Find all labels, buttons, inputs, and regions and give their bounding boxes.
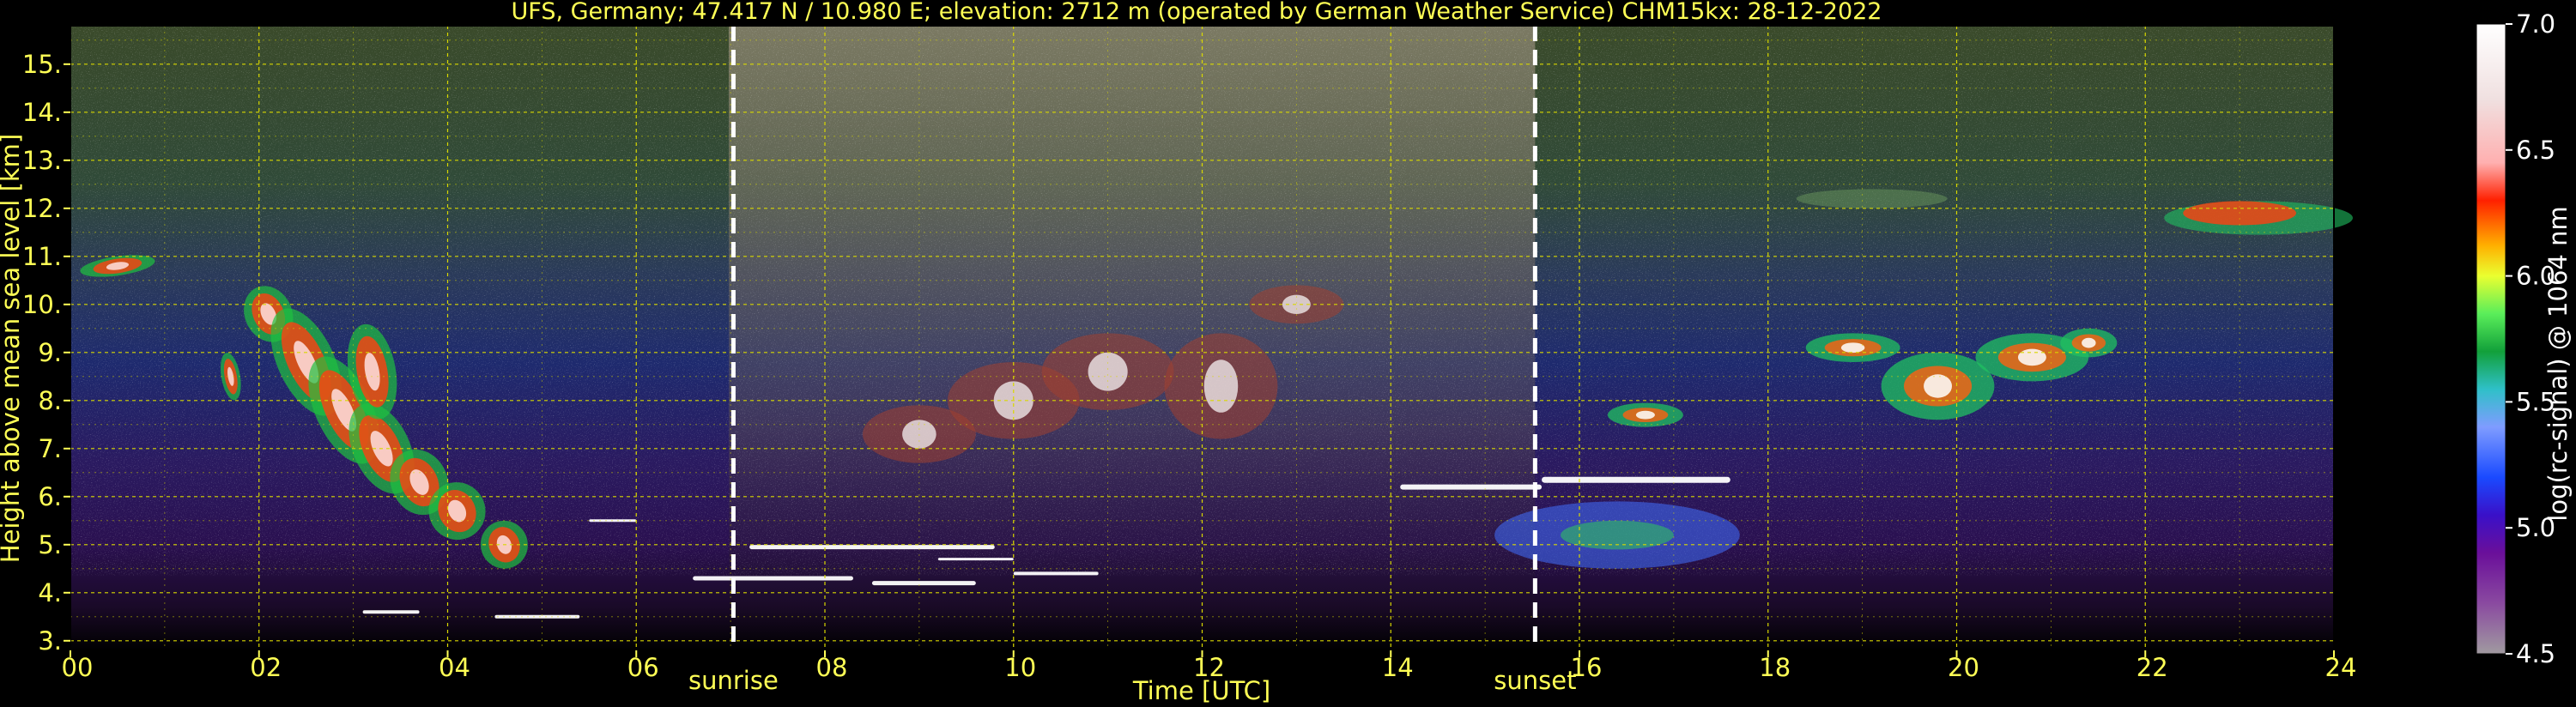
daytime-cloud-peak — [1088, 352, 1128, 391]
y-tick-label: 7. — [38, 434, 62, 463]
x-tick-label: 00 — [62, 653, 94, 682]
colorbar-tick-label: 7.0 — [2516, 9, 2555, 39]
x-tick-label: 06 — [627, 653, 659, 682]
boundary-layer-cloud — [494, 614, 580, 619]
daytime-cloud-peak — [1203, 360, 1239, 413]
y-axis: 3. 4. 5. 6. 7. 8. 9. 10. 11. 12. 13. 14. 15. — [22, 50, 70, 656]
y-tick-label: 15. — [22, 50, 62, 79]
x-tick-label: 10 — [1004, 653, 1036, 682]
y-tick-label: 8. — [38, 386, 62, 415]
y-tick-label: 12. — [22, 194, 62, 223]
evening-cloud-peak — [2082, 337, 2096, 348]
x-tick-label: 20 — [1948, 653, 1979, 682]
sunrise-label: sunrise — [688, 666, 779, 695]
chart-title: UFS, Germany; 47.417 N / 10.980 E; eleva… — [512, 0, 1882, 25]
evening-cloud-peak — [1840, 342, 1865, 354]
boundary-layer-cloud — [871, 581, 976, 586]
boundary-layer-cloud — [1400, 484, 1543, 490]
y-tick-label: 10. — [22, 290, 62, 319]
colorbar-label: log(rc-signal) @ 1064 nm — [2543, 206, 2573, 521]
y-tick-label: 9. — [38, 338, 62, 367]
boundary-layer-cloud — [937, 558, 1014, 561]
x-tick-label: 14 — [1382, 653, 1414, 682]
x-axis-label: Time [UTC] — [1132, 676, 1270, 705]
x-tick-label: 18 — [1759, 653, 1791, 682]
y-tick-label: 11. — [22, 242, 62, 271]
evening-cloud-peak — [1924, 374, 1953, 398]
x-tick-label: 04 — [439, 653, 470, 682]
y-tick-label: 3. — [38, 626, 62, 656]
boundary-layer-cloud — [362, 610, 420, 614]
x-tick-label: 08 — [816, 653, 848, 682]
colorbar-tick-label: 6.5 — [2516, 136, 2555, 165]
boundary-layer-cloud — [1013, 571, 1099, 576]
y-tick-label: 14. — [22, 98, 62, 127]
x-tick-label: 22 — [2137, 653, 2168, 682]
x-tick-label: 24 — [2325, 653, 2357, 682]
y-tick-label: 13. — [22, 146, 62, 175]
x-tick-label: 02 — [250, 653, 282, 682]
boundary-layer-cloud — [1542, 476, 1730, 483]
ceilometer-chart: sunrise sunset 00 02 04 06 08 10 12 14 16 18 20 22 24… — [0, 0, 2573, 705]
sunset-label: sunset — [1494, 666, 1576, 695]
y-tick-label: 4. — [38, 578, 62, 607]
boundary-layer-cloud — [693, 576, 853, 581]
y-tick-label: 6. — [38, 482, 62, 511]
boundary-layer-cloud — [749, 545, 995, 550]
y-tick-label: 5. — [38, 530, 62, 559]
colorbar-gradient — [2476, 23, 2506, 655]
evening-cloud-peak — [2017, 348, 2046, 366]
y-axis-label: Height above mean sea level [km] — [0, 134, 25, 563]
x-tick-label: 16 — [1571, 653, 1603, 682]
colorbar-tick-label: 4.5 — [2516, 639, 2555, 668]
high-cirrus-faint — [1796, 189, 1948, 208]
evening-cloud-peak — [1635, 410, 1655, 420]
